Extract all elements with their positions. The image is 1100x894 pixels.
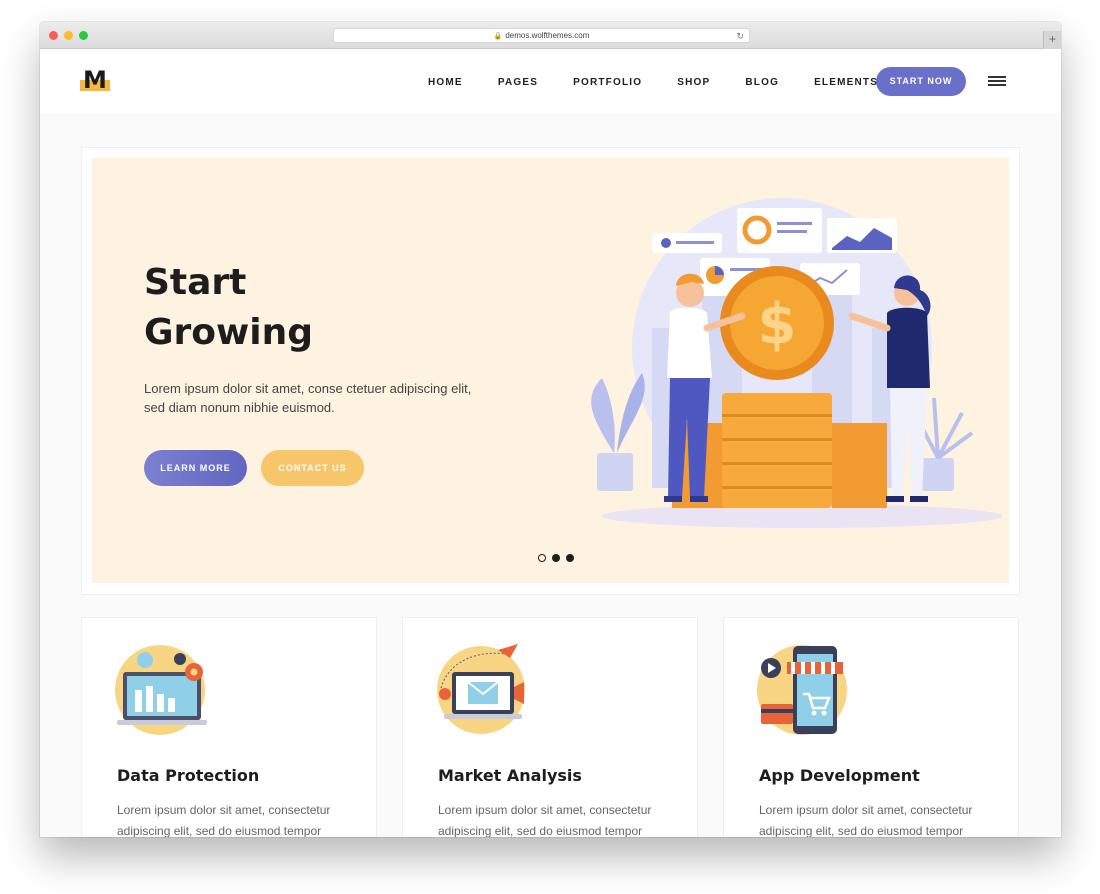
nav-blog[interactable]: BLOG (745, 77, 779, 88)
hero-title-line2: Growing (144, 312, 314, 353)
feature-description: Lorem ipsum dolor sit amet, consectetur … (117, 803, 331, 837)
feature-card-app-development: App Development Lorem ipsum dolor sit am… (723, 617, 1019, 837)
address-bar[interactable]: 🔒 demos.wolfthemes.com ↻ (333, 28, 750, 43)
contact-us-button[interactable]: CONTACT US (261, 450, 364, 486)
menu-icon[interactable] (988, 76, 1006, 87)
site-header: M HOME PAGES PORTFOLIO SHOP BLOG ELEMENT… (40, 49, 1061, 113)
learn-more-button[interactable]: LEARN MORE (144, 450, 247, 486)
laptop-email-icon (437, 644, 525, 734)
reload-icon[interactable]: ↻ (736, 29, 744, 43)
business-growth-illustration: $ (591, 198, 1002, 528)
hero-title-highlight: Growing (144, 308, 314, 358)
site-logo[interactable]: M (80, 67, 110, 93)
mobile-shop-icon (757, 645, 847, 735)
slide-dot-2[interactable] (552, 554, 560, 562)
minimize-window-icon[interactable] (64, 31, 73, 40)
feature-title: Data Protection (117, 766, 260, 785)
feature-card-market-analysis: Market Analysis Lorem ipsum dolor sit am… (402, 617, 698, 837)
hero-slider: Start Growing Lorem ipsum dolor sit amet… (81, 147, 1020, 595)
laptop-chart-icon (115, 645, 207, 735)
main-nav: HOME PAGES PORTFOLIO SHOP BLOG ELEMENTS (428, 77, 913, 88)
feature-description: Lorem ipsum dolor sit amet, consectetur … (438, 803, 652, 837)
address-url: demos.wolfthemes.com (505, 31, 590, 40)
slide-dot-1[interactable] (538, 554, 546, 562)
feature-card-data-protection: Data Protection Lorem ipsum dolor sit am… (81, 617, 377, 837)
close-window-icon[interactable] (49, 31, 58, 40)
svg-text:$: $ (758, 292, 797, 357)
hero-title: Start Growing (144, 258, 314, 358)
nav-pages[interactable]: PAGES (498, 77, 538, 88)
hero-slide: Start Growing Lorem ipsum dolor sit amet… (92, 158, 1009, 583)
slider-pagination (538, 554, 580, 562)
nav-elements[interactable]: ELEMENTS (814, 77, 878, 88)
start-now-button[interactable]: START NOW (876, 67, 966, 96)
nav-shop[interactable]: SHOP (677, 77, 710, 88)
nav-home[interactable]: HOME (428, 77, 463, 88)
feature-description: Lorem ipsum dolor sit amet, consectetur … (759, 803, 973, 837)
logo-letter: M (83, 66, 107, 94)
maximize-window-icon[interactable] (79, 31, 88, 40)
browser-toolbar: 🔒 demos.wolfthemes.com ↻ + (40, 22, 1061, 49)
web-page: M HOME PAGES PORTFOLIO SHOP BLOG ELEMENT… (40, 49, 1061, 837)
slide-dot-3[interactable] (566, 554, 574, 562)
feature-title: App Development (759, 766, 920, 785)
hero-description: Lorem ipsum dolor sit amet, conse ctetue… (144, 381, 472, 415)
hero-title-line1: Start (144, 262, 247, 303)
lock-icon: 🔒 (493, 33, 503, 40)
feature-title: Market Analysis (438, 766, 582, 785)
new-tab-button[interactable]: + (1043, 31, 1061, 49)
nav-portfolio[interactable]: PORTFOLIO (573, 77, 642, 88)
browser-window: 🔒 demos.wolfthemes.com ↻ + M HOME PAGES P… (40, 22, 1061, 837)
